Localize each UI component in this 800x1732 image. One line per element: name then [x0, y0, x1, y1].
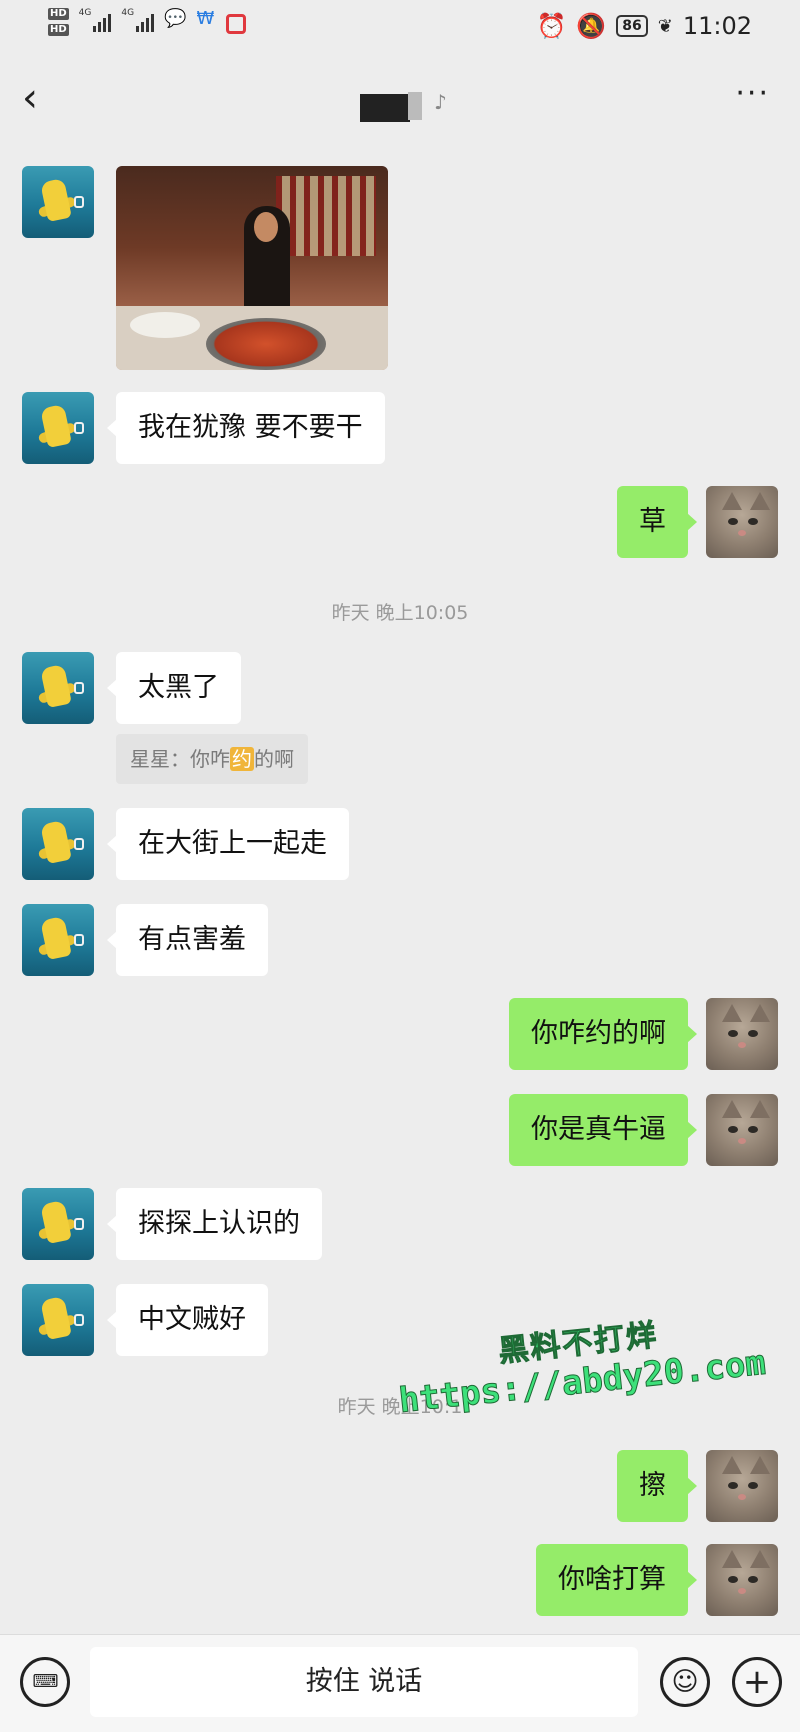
- network-label-1: 4G: [78, 8, 92, 18]
- red-app-icon: [226, 14, 247, 34]
- message-bubble-left[interactable]: 中文贼好: [107, 1284, 268, 1356]
- battery-icon: 86: [616, 15, 648, 37]
- message-bubble-right[interactable]: 你是真牛逼: [509, 1094, 697, 1166]
- chevron-left-icon[interactable]: ‹: [22, 78, 38, 118]
- message-bubble-left[interactable]: 太黑了: [107, 652, 241, 724]
- quote-highlight: 约: [230, 747, 254, 771]
- message-bubble-left[interactable]: 我在犹豫 要不要干: [107, 392, 385, 464]
- plus-icon[interactable]: +: [732, 1657, 782, 1707]
- chat-header: ‹ ♪ ···: [0, 60, 800, 140]
- quoted-reply[interactable]: 星星：你咋约的啊: [116, 734, 308, 784]
- status-bar: HD HD 4G 4G 💬 ₩ ⏰ 🔕 86 ❦ 11:02: [0, 0, 800, 52]
- message-bubble-right[interactable]: 你咋约的啊: [509, 998, 697, 1070]
- self-avatar[interactable]: [706, 1094, 778, 1166]
- hd-badges: HD HD: [48, 8, 69, 40]
- hd-badge-2: HD: [48, 24, 69, 36]
- message-bubble-left[interactable]: 有点害羞: [107, 904, 268, 976]
- title-mark: ♪: [434, 90, 447, 114]
- self-avatar[interactable]: [706, 998, 778, 1070]
- message-bubble-right[interactable]: 你啥打算: [536, 1544, 697, 1616]
- timestamp: 昨天 晚上10:05: [331, 602, 469, 624]
- contact-avatar[interactable]: [22, 904, 94, 976]
- contact-avatar[interactable]: [22, 652, 94, 724]
- contact-name-redacted: [360, 94, 410, 122]
- self-avatar[interactable]: [706, 1450, 778, 1522]
- message-bubble-left[interactable]: 在大街上一起走: [107, 808, 349, 880]
- emoji-icon[interactable]: ☺: [660, 1657, 710, 1707]
- hd-badge-1: HD: [48, 8, 69, 20]
- message-bubble-left[interactable]: 探探上认识的: [107, 1188, 322, 1260]
- contact-avatar[interactable]: [22, 808, 94, 880]
- status-left: HD HD 4G 4G 💬 ₩: [48, 8, 247, 40]
- image-message[interactable]: [116, 166, 388, 370]
- network-label-2: 4G: [121, 8, 135, 18]
- input-bar: ⌨ 按住 说话 ☺ +: [0, 1634, 800, 1732]
- chat-bubble-icon: 💬: [164, 8, 187, 29]
- message-bubble-right[interactable]: 擦: [617, 1450, 697, 1522]
- hold-to-talk-button[interactable]: 按住 说话: [90, 1647, 638, 1717]
- contact-avatar[interactable]: [22, 1188, 94, 1260]
- quote-prefix: 星星：你咋: [130, 747, 230, 771]
- alarm-icon: ⏰: [536, 12, 567, 40]
- keyboard-icon[interactable]: ⌨: [20, 1657, 70, 1707]
- contact-name-redacted-edge: [408, 92, 422, 120]
- self-avatar[interactable]: [706, 486, 778, 558]
- message-bubble-right[interactable]: 草: [617, 486, 697, 558]
- more-dots-icon[interactable]: ···: [735, 79, 770, 109]
- leaf-icon: ❦: [657, 15, 673, 37]
- signal-1-icon: 4G: [79, 8, 112, 32]
- app-notification-icon: ₩: [196, 8, 215, 29]
- contact-avatar[interactable]: [22, 166, 94, 238]
- self-avatar[interactable]: [706, 1544, 778, 1616]
- status-right: ⏰ 🔕 86 ❦ 11:02: [536, 12, 752, 40]
- bell-off-icon: 🔕: [576, 12, 607, 40]
- signal-2-icon: 4G: [121, 8, 155, 32]
- contact-avatar[interactable]: [22, 392, 94, 464]
- status-time: 11:02: [682, 12, 752, 40]
- contact-avatar[interactable]: [22, 1284, 94, 1356]
- quote-suffix: 的啊: [254, 747, 294, 771]
